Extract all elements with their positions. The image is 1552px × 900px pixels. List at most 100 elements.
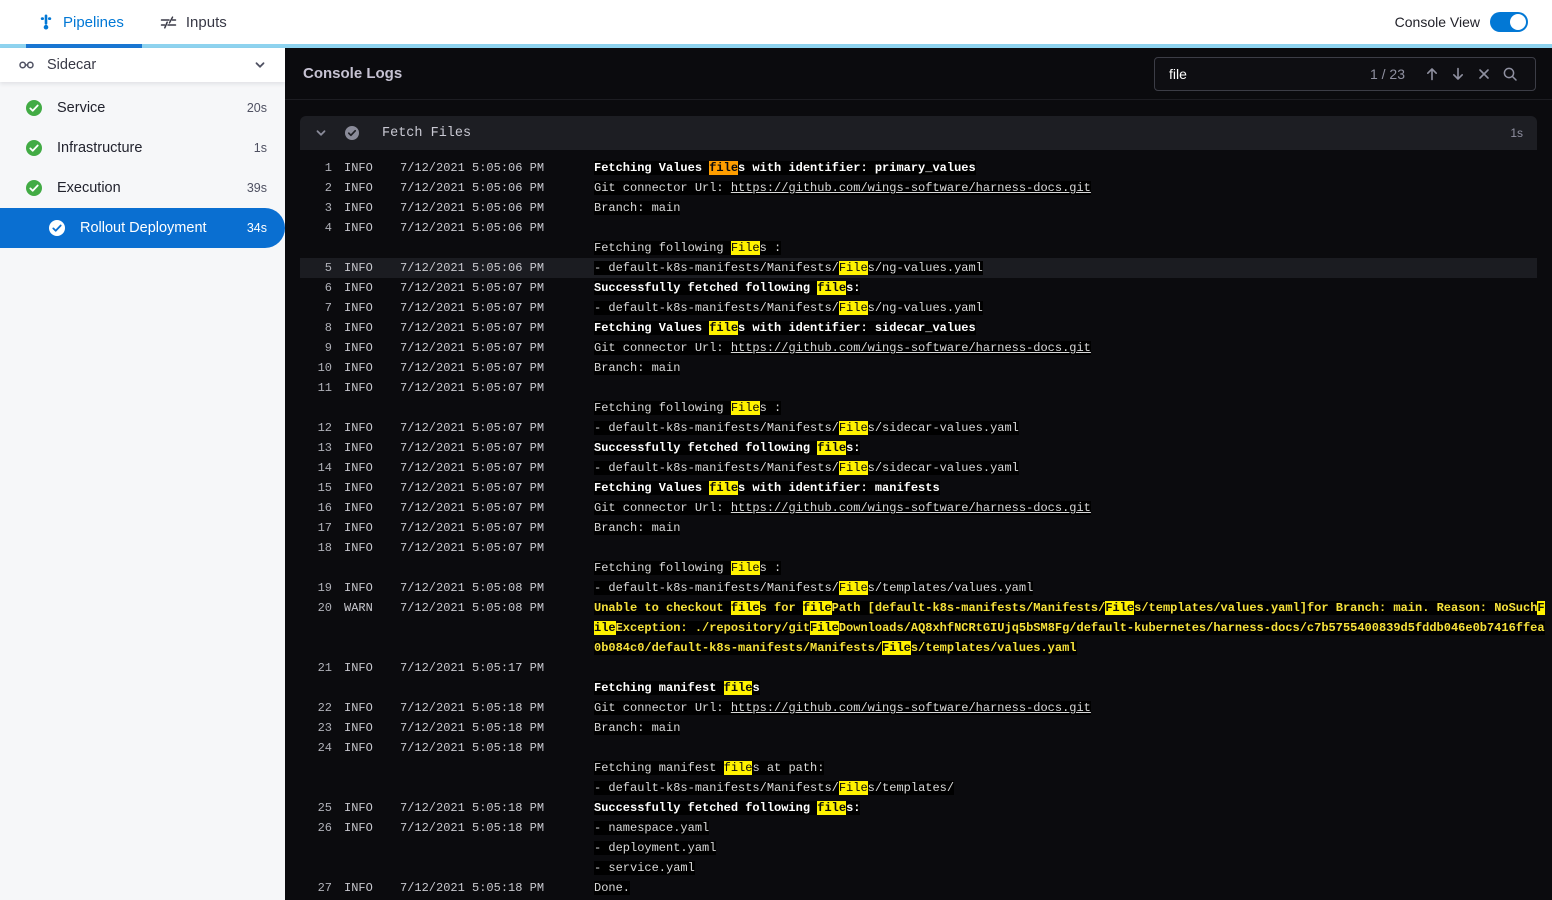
search-match: file — [817, 441, 847, 455]
log-line-number: 5 — [324, 261, 332, 275]
log-link[interactable]: https://github.com/wings-software/harnes… — [730, 181, 1091, 195]
log-text: s/templates/ — [867, 781, 955, 795]
inputs-icon — [160, 15, 177, 30]
log-section-header-fetch-files[interactable]: Fetch Files 1s — [300, 116, 1537, 150]
pipeline-icon — [38, 14, 54, 30]
log-message: Successfully fetched following files: — [594, 798, 1537, 818]
log-level: INFO — [344, 201, 373, 215]
step-list: Service 20s Infrastructure 1s Execution 39s Ro… — [0, 82, 285, 248]
chevron-down-icon[interactable] — [314, 126, 328, 140]
log-level: INFO — [344, 581, 373, 595]
log-level: INFO — [344, 541, 373, 555]
sidebar-item-execution[interactable]: Execution 39s — [0, 168, 285, 208]
log-entry: 10 INFO 7/12/2021 5:05:07 PM Branch: main — [300, 358, 1537, 378]
log-entry: 2 INFO 7/12/2021 5:05:06 PM Git connector U… — [300, 178, 1537, 198]
log-line-number: 25 — [317, 801, 332, 815]
console-title: Console Logs — [303, 65, 403, 82]
log-text: s: — [846, 801, 861, 815]
console-view-toggle[interactable] — [1490, 12, 1528, 32]
log-line-number: 9 — [324, 341, 332, 355]
log-text: - default-k8s-manifests/Manifests/ — [594, 261, 839, 275]
log-message: Fetching following Files : — [594, 538, 1537, 578]
log-line-number: 17 — [317, 521, 332, 535]
log-timestamp: 7/12/2021 5:05:07 PM — [400, 301, 545, 315]
log-level: INFO — [344, 881, 373, 895]
log-text: s/ng-values.yaml — [867, 261, 983, 275]
log-section-duration: 1s — [1510, 126, 1523, 140]
sidebar-item-infrastructure[interactable]: Infrastructure 1s — [0, 128, 285, 168]
search-match: File — [838, 781, 868, 795]
search-match: file — [709, 321, 739, 335]
log-text: Downloads/AQ8xhfNCRtGIUjq5bSM8Fg/default… — [838, 621, 1545, 635]
log-timestamp: 7/12/2021 5:05:18 PM — [400, 701, 545, 715]
search-match: File — [1105, 601, 1135, 615]
log-link[interactable]: https://github.com/wings-software/harnes… — [730, 341, 1091, 355]
log-timestamp: 7/12/2021 5:05:07 PM — [400, 501, 545, 515]
log-message: Fetching Values files with identifier: p… — [594, 158, 1537, 178]
log-level: INFO — [344, 181, 373, 195]
log-entry: 3 INFO 7/12/2021 5:05:06 PM Branch: main — [300, 198, 1537, 218]
log-text: s/templates/values.yaml — [867, 581, 1034, 595]
log-text: Fetching Values — [594, 481, 710, 495]
sidebar-item-rollout-deployment[interactable]: Rollout Deployment 34s — [0, 208, 285, 248]
execution-steps-sidebar: Sidecar Service 20s Infrastructure 1s Execut… — [0, 48, 285, 900]
log-lines: 1 INFO 7/12/2021 5:05:06 PM Fetching Values… — [300, 150, 1545, 898]
chevron-down-icon[interactable] — [253, 58, 267, 72]
log-message: Done. — [594, 878, 1537, 898]
log-line-number: 19 — [317, 581, 332, 595]
search-input[interactable] — [1169, 65, 1370, 82]
log-timestamp: 7/12/2021 5:05:18 PM — [400, 741, 545, 755]
log-message: Git connector Url: https://github.com/wi… — [594, 178, 1537, 198]
log-level: INFO — [344, 441, 373, 455]
log-entry: 9 INFO 7/12/2021 5:05:07 PM Git connector U… — [300, 338, 1537, 358]
log-timestamp: 7/12/2021 5:05:07 PM — [400, 441, 545, 455]
log-message: Git connector Url: https://github.com/wi… — [594, 498, 1537, 518]
log-line-number: 2 — [324, 181, 332, 195]
stage-header-sidecar[interactable]: Sidecar — [0, 48, 285, 82]
log-message: Branch: main — [594, 518, 1537, 538]
log-timestamp: 7/12/2021 5:05:07 PM — [400, 281, 545, 295]
log-text: Fetching manifest — [594, 681, 724, 695]
log-entry: 6 INFO 7/12/2021 5:05:07 PM Successfully fe… — [300, 278, 1537, 298]
log-link[interactable]: https://github.com/wings-software/harnes… — [730, 501, 1091, 515]
log-message: - default-k8s-manifests/Manifests/Files/… — [594, 578, 1537, 598]
log-line-number: 13 — [317, 441, 332, 455]
log-text: - default-k8s-manifests/Manifests/ — [594, 301, 839, 315]
log-message: - default-k8s-manifests/Manifests/Files/… — [594, 458, 1537, 478]
clear-search-button[interactable] — [1471, 61, 1497, 87]
sidebar-item-service[interactable]: Service 20s — [0, 88, 285, 128]
log-text: Fetching following — [594, 241, 731, 255]
next-match-button[interactable] — [1445, 61, 1471, 87]
log-timestamp: 7/12/2021 5:05:07 PM — [400, 381, 545, 395]
success-check-icon — [25, 99, 43, 117]
log-timestamp: 7/12/2021 5:05:18 PM — [400, 881, 545, 895]
log-message: - default-k8s-manifests/Manifests/Files/… — [594, 418, 1537, 438]
log-timestamp: 7/12/2021 5:05:07 PM — [400, 341, 545, 355]
log-message: Unable to checkout files for filePath [d… — [594, 598, 1545, 658]
search-match: File — [838, 421, 868, 435]
previous-match-button[interactable] — [1419, 61, 1445, 87]
log-text: s : — [759, 241, 782, 255]
log-line-number: 23 — [317, 721, 332, 735]
log-text: Branch: main — [594, 361, 681, 375]
tab-inputs[interactable]: Inputs — [142, 0, 245, 44]
log-entry: 7 INFO 7/12/2021 5:05:07 PM - default-k8s-m… — [300, 298, 1537, 318]
log-message: Branch: main — [594, 358, 1537, 378]
log-text: Fetching manifest — [594, 761, 724, 775]
log-link[interactable]: https://github.com/wings-software/harnes… — [730, 701, 1091, 715]
log-timestamp: 7/12/2021 5:05:18 PM — [400, 801, 545, 815]
log-entry: 22 INFO 7/12/2021 5:05:18 PM Git connector … — [300, 698, 1537, 718]
search-match: File — [882, 641, 911, 655]
log-timestamp: 7/12/2021 5:05:07 PM — [400, 361, 545, 375]
top-navigation-bar: Pipelines Inputs Console View — [0, 0, 1552, 44]
tab-inputs-label: Inputs — [185, 13, 227, 31]
search-match: file — [817, 281, 847, 295]
tab-pipelines[interactable]: Pipelines — [20, 0, 142, 44]
search-match: file — [723, 681, 753, 695]
search-icon[interactable] — [1497, 61, 1523, 87]
log-timestamp: 7/12/2021 5:05:07 PM — [400, 321, 545, 335]
log-text: - deployment.yaml — [594, 841, 717, 855]
log-entry: 19 INFO 7/12/2021 5:05:08 PM - default-k8s-… — [300, 578, 1537, 598]
log-line-number: 26 — [317, 821, 332, 835]
log-level: INFO — [344, 701, 373, 715]
